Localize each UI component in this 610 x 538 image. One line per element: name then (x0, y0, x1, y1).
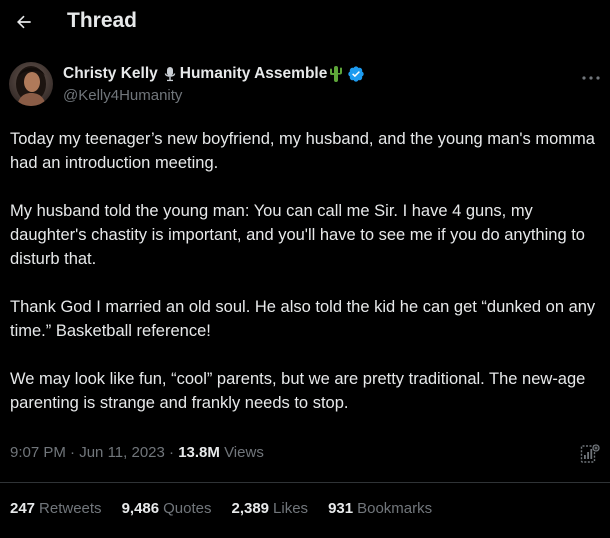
meta-separator: · (169, 444, 175, 461)
thread-header: Thread (0, 0, 610, 48)
more-options-button[interactable] (580, 70, 602, 80)
views-label: Views (224, 444, 264, 461)
likes-label: Likes (273, 500, 309, 517)
likes-count: 2,389 (231, 500, 270, 517)
author-display-name[interactable]: Christy Kelly (63, 65, 158, 83)
author-display-name-suffix[interactable]: Humanity Assemble (180, 65, 328, 83)
divider (0, 482, 610, 483)
arrow-left-icon (17, 15, 31, 29)
tweet-date[interactable]: Jun 11, 2023 (79, 444, 165, 461)
cactus-icon (328, 65, 344, 83)
meta-separator: · (70, 444, 76, 461)
tweet-time[interactable]: 9:07 PM (10, 444, 66, 461)
stat-retweets[interactable]: 247 Retweets (10, 500, 102, 517)
more-dots-icon (582, 76, 600, 80)
views-count: 13.8M (178, 444, 220, 461)
quotes-label: Quotes (163, 500, 212, 517)
tweet-paragraph: Thank God I married an old soul. He also… (10, 298, 596, 340)
tweet-paragraph: My husband told the young man: You can c… (10, 202, 585, 268)
bookmarks-count: 931 (328, 500, 354, 517)
tweet-text: Today my teenager’s new boyfriend, my hu… (10, 127, 606, 439)
retweets-label: Retweets (39, 500, 102, 517)
avatar[interactable] (9, 62, 53, 106)
page-title: Thread (67, 9, 138, 32)
tweet-paragraph: We may look like fun, “cool” parents, bu… (10, 370, 586, 412)
tweet-meta: 9:07 PM · Jun 11, 2023 · 13.8M Views (10, 444, 264, 461)
bookmarks-label: Bookmarks (357, 500, 433, 517)
retweets-count: 247 (10, 500, 36, 517)
verified-badge-icon[interactable] (347, 65, 365, 83)
back-button[interactable] (10, 8, 38, 36)
stat-likes[interactable]: 2,389 Likes (231, 500, 308, 517)
stat-quotes[interactable]: 9,486 Quotes (122, 500, 212, 517)
stat-bookmarks[interactable]: 931 Bookmarks (328, 500, 432, 517)
analytics-icon (580, 444, 600, 463)
analytics-button[interactable] (580, 443, 600, 465)
microphone-icon (163, 66, 177, 82)
quotes-count: 9,486 (121, 500, 160, 517)
avatar-image (9, 62, 53, 106)
author-name-row[interactable]: Christy Kelly Humanity Assemble (63, 63, 365, 85)
tweet-paragraph: Today my teenager’s new boyfriend, my hu… (10, 130, 595, 172)
author-handle[interactable]: @Kelly4Humanity (63, 87, 182, 104)
tweet-stats: 247 Retweets 9,486 Quotes 2,389 Likes 931 Bo… (10, 500, 432, 517)
